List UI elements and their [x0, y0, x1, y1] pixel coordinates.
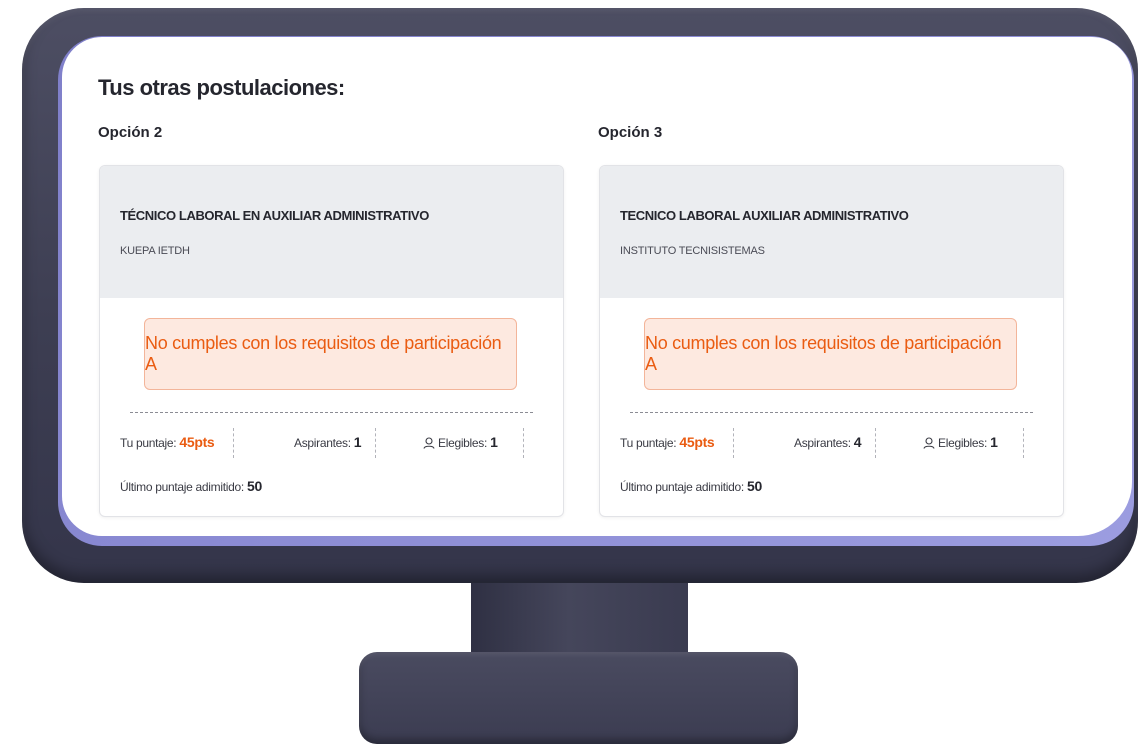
score-label: Tu puntaje:: [120, 436, 177, 450]
monitor-screen: Tus otras postulaciones: Opción 2 Opción…: [62, 37, 1132, 536]
page-title: Tus otras postulaciones:: [98, 75, 345, 100]
applicants-value: 1: [353, 434, 362, 450]
program-name: TÉCNICO LABORAL EN AUXILIAR ADMINISTRATI…: [120, 208, 429, 223]
option-3-label: Opción 3: [598, 124, 663, 141]
score-label: Tu puntaje:: [620, 436, 677, 450]
score-stat: Tu puntaje: 45pts: [120, 434, 215, 450]
institution-name: INSTITUTO TECNISISTEMAS: [620, 245, 765, 257]
last-admitted-score: Último puntaje adimitido: 50: [620, 478, 762, 494]
score-stat: Tu puntaje: 45pts: [620, 434, 715, 450]
eligible-value: 1: [990, 434, 998, 450]
divider: [130, 412, 533, 413]
stats-row: Tu puntaje: 45pts Aspirantes: 1 Elegible…: [120, 428, 533, 458]
applicants-value: 4: [853, 434, 862, 450]
eligible-value: 1: [490, 434, 498, 450]
eligible-label: Elegibles:: [938, 436, 988, 450]
last-score-value: 50: [246, 478, 262, 494]
stat-separator: [523, 428, 524, 458]
last-score-label: Último puntaje adimitido:: [620, 480, 744, 494]
monitor-neck: [471, 583, 688, 655]
stat-separator: [733, 428, 734, 458]
applicants-label: Aspirantes:: [294, 436, 351, 450]
last-admitted-score: Último puntaje adimitido: 50: [120, 478, 262, 494]
last-score-value: 50: [746, 478, 762, 494]
eligible-label: Elegibles:: [438, 436, 488, 450]
last-score-label: Último puntaje adimitido:: [120, 480, 244, 494]
requirements-warning: No cumples con los requisitos de partici…: [644, 318, 1017, 390]
eligible-stat: Elegibles: 1: [423, 434, 498, 450]
score-value: 45pts: [679, 434, 715, 450]
requirements-warning: No cumples con los requisitos de partici…: [144, 318, 517, 390]
person-icon: [423, 437, 435, 449]
card-header: TÉCNICO LABORAL EN AUXILIAR ADMINISTRATI…: [100, 166, 563, 298]
person-icon: [923, 437, 935, 449]
applicants-label: Aspirantes:: [794, 436, 851, 450]
stat-separator: [1023, 428, 1024, 458]
monitor-base: [359, 652, 798, 744]
application-card-option-2[interactable]: TÉCNICO LABORAL EN AUXILIAR ADMINISTRATI…: [99, 165, 564, 517]
eligible-stat: Elegibles: 1: [923, 434, 998, 450]
option-2-label: Opción 2: [98, 124, 163, 141]
program-name: TECNICO LABORAL AUXILIAR ADMINISTRATIVO: [620, 208, 909, 223]
stat-separator: [233, 428, 234, 458]
application-card-option-3[interactable]: TECNICO LABORAL AUXILIAR ADMINISTRATIVO …: [599, 165, 1064, 517]
stat-separator: [375, 428, 376, 458]
stats-row: Tu puntaje: 45pts Aspirantes: 4 Elegible…: [620, 428, 1033, 458]
card-header: TECNICO LABORAL AUXILIAR ADMINISTRATIVO …: [600, 166, 1063, 298]
applicants-stat: Aspirantes: 1: [294, 434, 362, 450]
applicants-stat: Aspirantes: 4: [794, 434, 862, 450]
score-value: 45pts: [179, 434, 215, 450]
divider: [630, 412, 1033, 413]
stat-separator: [875, 428, 876, 458]
institution-name: KUEPA IETDH: [120, 245, 190, 257]
